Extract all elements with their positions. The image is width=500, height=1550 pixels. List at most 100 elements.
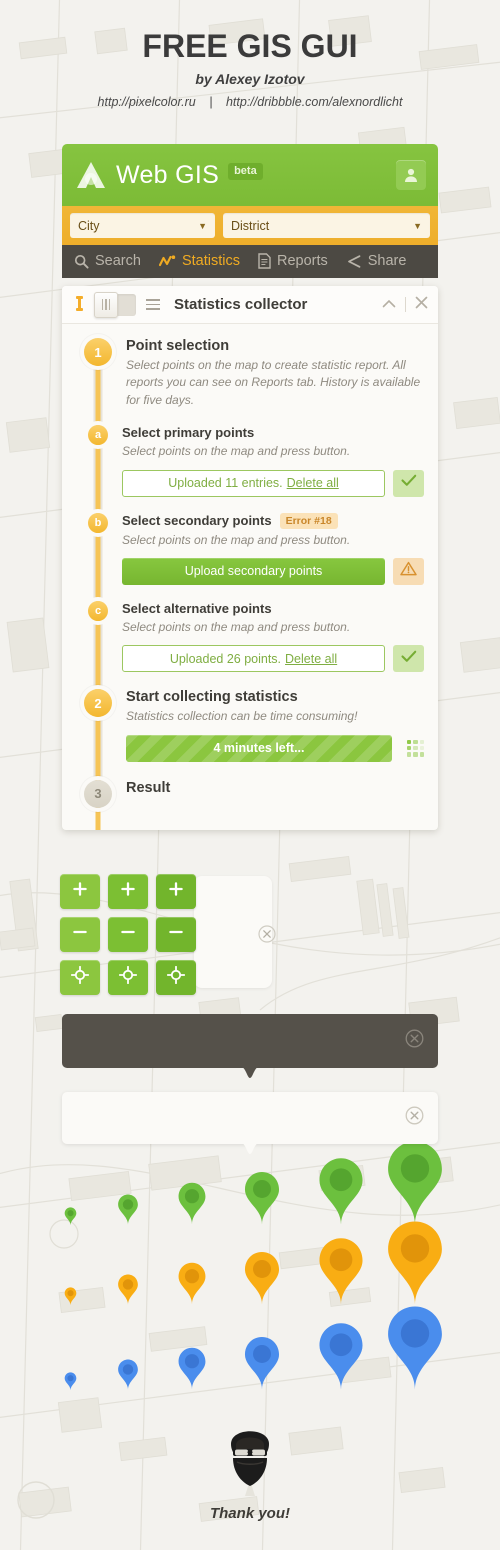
filter-bar: City ▼ District ▼ [62,206,438,245]
nav-label-share: Share [367,253,407,269]
secondary-points-status-button[interactable] [393,557,424,585]
step-title: Point selection [126,338,230,354]
zoom-out-button-3[interactable] [156,917,196,952]
nav-item-reports[interactable]: Reports [258,253,328,269]
step-3: 3 Result [62,779,438,808]
minus-icon [72,924,88,945]
page-links: http://pixelcolor.ru | http://dribbble.c… [0,95,500,109]
mountain-logo-icon [74,160,108,190]
map-pin[interactable] [64,1206,77,1225]
minus-icon [120,924,136,945]
chart-zigzag-icon [158,254,176,269]
delete-all-link[interactable]: Delete all [285,652,337,666]
error-badge: Error #18 [279,512,338,529]
pin-marker-icon[interactable] [72,295,86,314]
map-pin[interactable] [385,1220,445,1305]
link-pixelcolor[interactable]: http://pixelcolor.ru [98,95,196,109]
locate-button-1[interactable] [60,960,100,995]
map-pin[interactable] [243,1336,281,1390]
step-title-row: Select secondary points Error #18 [122,512,424,529]
page-title: FREE GIS GUI [142,28,358,64]
thank-you-text: Thank you! [209,1505,290,1522]
crosshair-icon [70,965,90,989]
map-pin[interactable] [317,1322,365,1390]
city-select[interactable]: City ▼ [70,213,215,238]
web-gis-app: Web GIS beta City ▼ District ▼ Search St… [62,144,438,830]
locate-button-3[interactable] [156,960,196,995]
uploaded-alternative-points-button[interactable]: Uploaded 26 points. Delete all [122,645,385,673]
panel-title-text: Statistics collector [174,296,308,313]
step-marker: b [88,512,108,533]
step-b: b Select secondary points Error #18 Sele… [62,512,438,585]
step-action-row: Upload secondary points [122,557,424,585]
chevron-down-icon: ▼ [413,220,422,231]
map-pin[interactable] [385,1305,445,1390]
step-content: Start collecting statistics Statistics c… [112,689,438,762]
nav-label-reports: Reports [276,253,328,269]
map-pin[interactable] [117,1359,139,1390]
tooltip-dark-close-icon[interactable] [405,1029,424,1053]
user-avatar-icon[interactable] [396,160,426,190]
tooltip-tail [239,1066,261,1079]
share-icon [346,254,362,269]
step-marker: 3 [84,779,112,808]
tooltip-dark [62,1014,438,1078]
link-dribbble[interactable]: http://dribbble.com/alexnordlicht [226,95,402,109]
district-select[interactable]: District ▼ [223,213,430,238]
page-title-block: FREE GIS GUI by Alexey Izotov http://pix… [0,28,500,109]
map-pin[interactable] [177,1347,207,1390]
map-pin[interactable] [317,1237,365,1305]
map-pin[interactable] [243,1171,281,1225]
step-marker: 1 [84,338,112,366]
warning-triangle-icon [400,561,417,581]
locate-button-2[interactable] [108,960,148,995]
zoom-in-button-3[interactable] [156,874,196,909]
uploaded-primary-points-button[interactable]: Uploaded 11 entries. Delete all [122,469,385,497]
map-pin[interactable] [317,1157,365,1225]
map-pin[interactable] [243,1251,281,1305]
map-pin[interactable] [117,1274,139,1305]
tooltip-tail [239,1142,261,1155]
map-pin[interactable] [177,1182,207,1225]
close-x-icon[interactable] [415,296,428,314]
beta-badge: beta [228,162,263,180]
map-pin[interactable] [117,1194,139,1225]
step-title: Select alternative points [122,600,272,616]
step-description: Select points on the map and press butto… [122,444,351,459]
crosshair-icon [118,965,138,989]
alternative-points-status-button[interactable] [393,645,424,673]
upload-secondary-points-button[interactable]: Upload secondary points [122,557,385,585]
main-nav: Search Statistics Reports Share [62,245,438,278]
nav-item-share[interactable]: Share [346,253,407,269]
panel-body: 1 Point selection Select points on the m… [62,324,438,830]
tooltip-light [62,1092,438,1154]
step-action-row: Uploaded 11 entries. Delete all [122,469,424,497]
tooltip-light-close-icon[interactable] [405,1106,424,1130]
nav-label-search: Search [95,253,141,269]
chevron-down-icon: ▼ [198,220,207,231]
step-1: 1 Point selection Select points on the m… [62,338,438,409]
delete-all-link[interactable]: Delete all [287,476,339,490]
step-c: c Select alternative points Select point… [62,600,438,673]
map-pin[interactable] [177,1262,207,1305]
chevron-up-icon[interactable] [382,296,396,314]
step-content: Point selection Select points on the map… [112,338,438,409]
callout-close-icon[interactable] [258,925,276,948]
nav-item-search[interactable]: Search [74,253,141,269]
zoom-in-button-1[interactable] [60,874,100,909]
nav-item-statistics[interactable]: Statistics [158,253,240,269]
zoom-out-button-2[interactable] [108,917,148,952]
map-pin[interactable] [64,1286,77,1305]
map-pin[interactable] [64,1371,77,1390]
plus-icon [120,881,136,902]
primary-points-status-button[interactable] [393,469,424,497]
map-pin[interactable] [385,1140,445,1225]
hamburger-menu-icon[interactable] [146,299,160,310]
zoom-out-button-1[interactable] [60,917,100,952]
step-description: Select points on the map to create stati… [126,358,421,407]
zoom-in-button-2[interactable] [108,874,148,909]
view-toggle-switch[interactable] [94,291,136,318]
button-label: Uploaded 26 points. [169,651,282,666]
document-icon [258,253,271,269]
mascot-avatar-icon [219,1431,281,1500]
